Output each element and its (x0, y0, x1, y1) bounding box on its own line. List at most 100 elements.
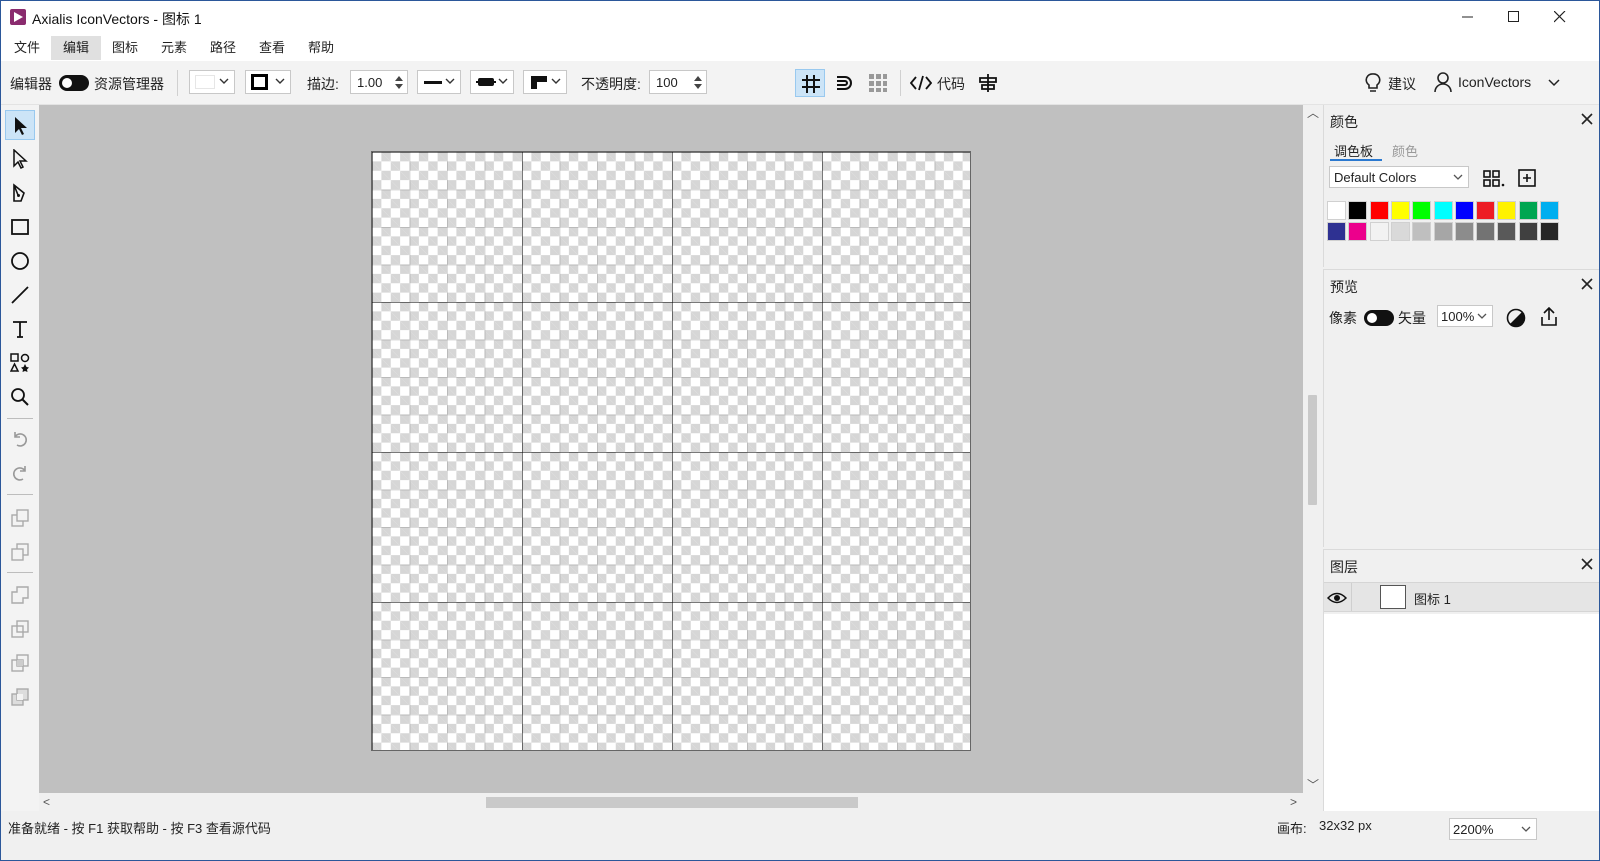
color-swatch[interactable] (1412, 201, 1432, 220)
menu-file[interactable]: 文件 (2, 36, 52, 60)
layer-thumbnail (1380, 585, 1406, 609)
shapes-tool[interactable] (5, 348, 35, 378)
color-swatch[interactable] (1348, 201, 1368, 220)
zoom-select[interactable]: 2200% (1449, 818, 1537, 840)
suggest-button[interactable]: 建议 (1364, 71, 1420, 95)
palette-view-icon[interactable] (1483, 169, 1505, 187)
color-swatch[interactable] (1390, 201, 1410, 220)
color-swatch[interactable] (1327, 201, 1346, 220)
scroll-up-icon[interactable]: ︿ (1307, 107, 1319, 119)
redo-button[interactable] (5, 458, 35, 488)
close-button[interactable] (1537, 1, 1583, 33)
line-style-dropdown[interactable] (417, 70, 461, 94)
menu-path[interactable]: 路径 (198, 36, 248, 60)
spin-up-icon[interactable] (395, 76, 403, 81)
send-to-back-button[interactable] (5, 537, 35, 567)
tab-color[interactable]: 颜色 (1392, 141, 1418, 160)
contrast-icon[interactable] (1506, 308, 1526, 328)
color-swatch[interactable] (1497, 201, 1517, 220)
canvas-area[interactable] (39, 105, 1303, 793)
vertical-scrollbar[interactable]: ︿ ﹀ (1303, 105, 1321, 793)
palette-select[interactable]: Default Colors (1329, 166, 1469, 188)
color-swatch[interactable] (1540, 222, 1559, 241)
menu-element[interactable]: 元素 (149, 36, 199, 60)
grid-toggle-button[interactable] (795, 69, 825, 97)
color-swatch[interactable] (1433, 222, 1453, 241)
close-icon[interactable] (1581, 113, 1593, 125)
bring-to-front-button[interactable] (5, 503, 35, 533)
pixel-vector-toggle[interactable] (1364, 310, 1394, 326)
align-button[interactable] (973, 69, 1003, 97)
boolean-intersect-button[interactable] (5, 648, 35, 678)
scroll-left-icon[interactable]: < (43, 796, 50, 808)
pen-tool[interactable] (5, 178, 35, 208)
zoom-tool[interactable] (5, 382, 35, 412)
pixel-grid-icon (869, 74, 887, 92)
spin-down-icon[interactable] (694, 84, 702, 89)
fill-color-dropdown[interactable] (189, 70, 235, 94)
color-swatch[interactable] (1412, 222, 1432, 241)
color-swatch[interactable] (1540, 201, 1559, 220)
line-tool[interactable] (5, 280, 35, 310)
close-icon[interactable] (1581, 278, 1593, 290)
boolean-subtract-button[interactable] (5, 614, 35, 644)
menu-edit[interactable]: 编辑 (51, 36, 102, 60)
close-icon[interactable] (1581, 558, 1593, 570)
menu-view[interactable]: 查看 (247, 36, 297, 60)
maximize-button[interactable] (1491, 1, 1537, 33)
spin-down-icon[interactable] (395, 84, 403, 89)
color-swatch[interactable] (1369, 222, 1389, 241)
menu-icon[interactable]: 图标 (100, 36, 150, 60)
pixel-grid-button[interactable] (863, 69, 893, 97)
opacity-input[interactable]: 100 (649, 70, 707, 94)
color-swatch[interactable] (1476, 222, 1496, 241)
preview-zoom-select[interactable]: 100% (1437, 305, 1493, 327)
color-swatch[interactable] (1433, 201, 1453, 220)
close-icon (1554, 11, 1566, 23)
send-back-icon (11, 543, 29, 561)
spin-up-icon[interactable] (694, 76, 702, 81)
editor-explorer-toggle[interactable] (59, 75, 89, 91)
account-menu[interactable]: IconVectors (1433, 71, 1561, 95)
color-swatch[interactable] (1497, 222, 1517, 241)
color-swatch[interactable] (1476, 201, 1496, 220)
color-swatch[interactable] (1369, 201, 1389, 220)
boolean-union-button[interactable] (5, 580, 35, 610)
select-tool[interactable] (5, 110, 35, 140)
shapes-icon (10, 353, 30, 372)
color-swatch[interactable] (1327, 222, 1346, 241)
export-icon[interactable] (1540, 307, 1558, 327)
ellipse-tool[interactable] (5, 246, 35, 276)
scroll-right-icon[interactable]: > (1290, 796, 1297, 808)
color-swatch[interactable] (1518, 201, 1538, 220)
horizontal-scrollbar[interactable]: < > (39, 793, 1303, 811)
layer-row[interactable]: 图标 1 (1324, 582, 1599, 612)
stroke-color-dropdown[interactable] (245, 70, 291, 94)
rectangle-tool[interactable] (5, 212, 35, 242)
color-swatch[interactable] (1454, 222, 1474, 241)
add-palette-icon[interactable] (1518, 169, 1536, 187)
title-bar: Axialis IconVectors - 图标 1 (1, 1, 1599, 33)
text-tool[interactable] (5, 314, 35, 344)
scroll-down-icon[interactable]: ﹀ (1307, 779, 1319, 791)
line-cap-dropdown[interactable] (470, 70, 514, 94)
icon-artboard[interactable] (371, 151, 971, 751)
minimize-button[interactable] (1445, 1, 1491, 33)
stroke-swatch (251, 74, 268, 90)
horizontal-scroll-thumb[interactable] (486, 797, 858, 808)
code-button[interactable]: 代码 (910, 73, 966, 93)
snap-toggle-button[interactable] (829, 69, 859, 97)
color-swatch[interactable] (1518, 222, 1538, 241)
undo-button[interactable] (5, 424, 35, 454)
stroke-width-input[interactable]: 1.00 (350, 70, 408, 94)
eye-icon[interactable] (1327, 591, 1347, 605)
tab-palette[interactable]: 调色板 (1334, 141, 1373, 160)
menu-help[interactable]: 帮助 (296, 36, 346, 60)
color-swatch[interactable] (1348, 222, 1368, 241)
color-swatch[interactable] (1390, 222, 1410, 241)
vertical-scroll-thumb[interactable] (1308, 395, 1317, 505)
boolean-exclude-button[interactable] (5, 682, 35, 712)
color-swatch[interactable] (1454, 201, 1474, 220)
line-join-dropdown[interactable] (523, 70, 567, 94)
direct-select-tool[interactable] (5, 144, 35, 174)
